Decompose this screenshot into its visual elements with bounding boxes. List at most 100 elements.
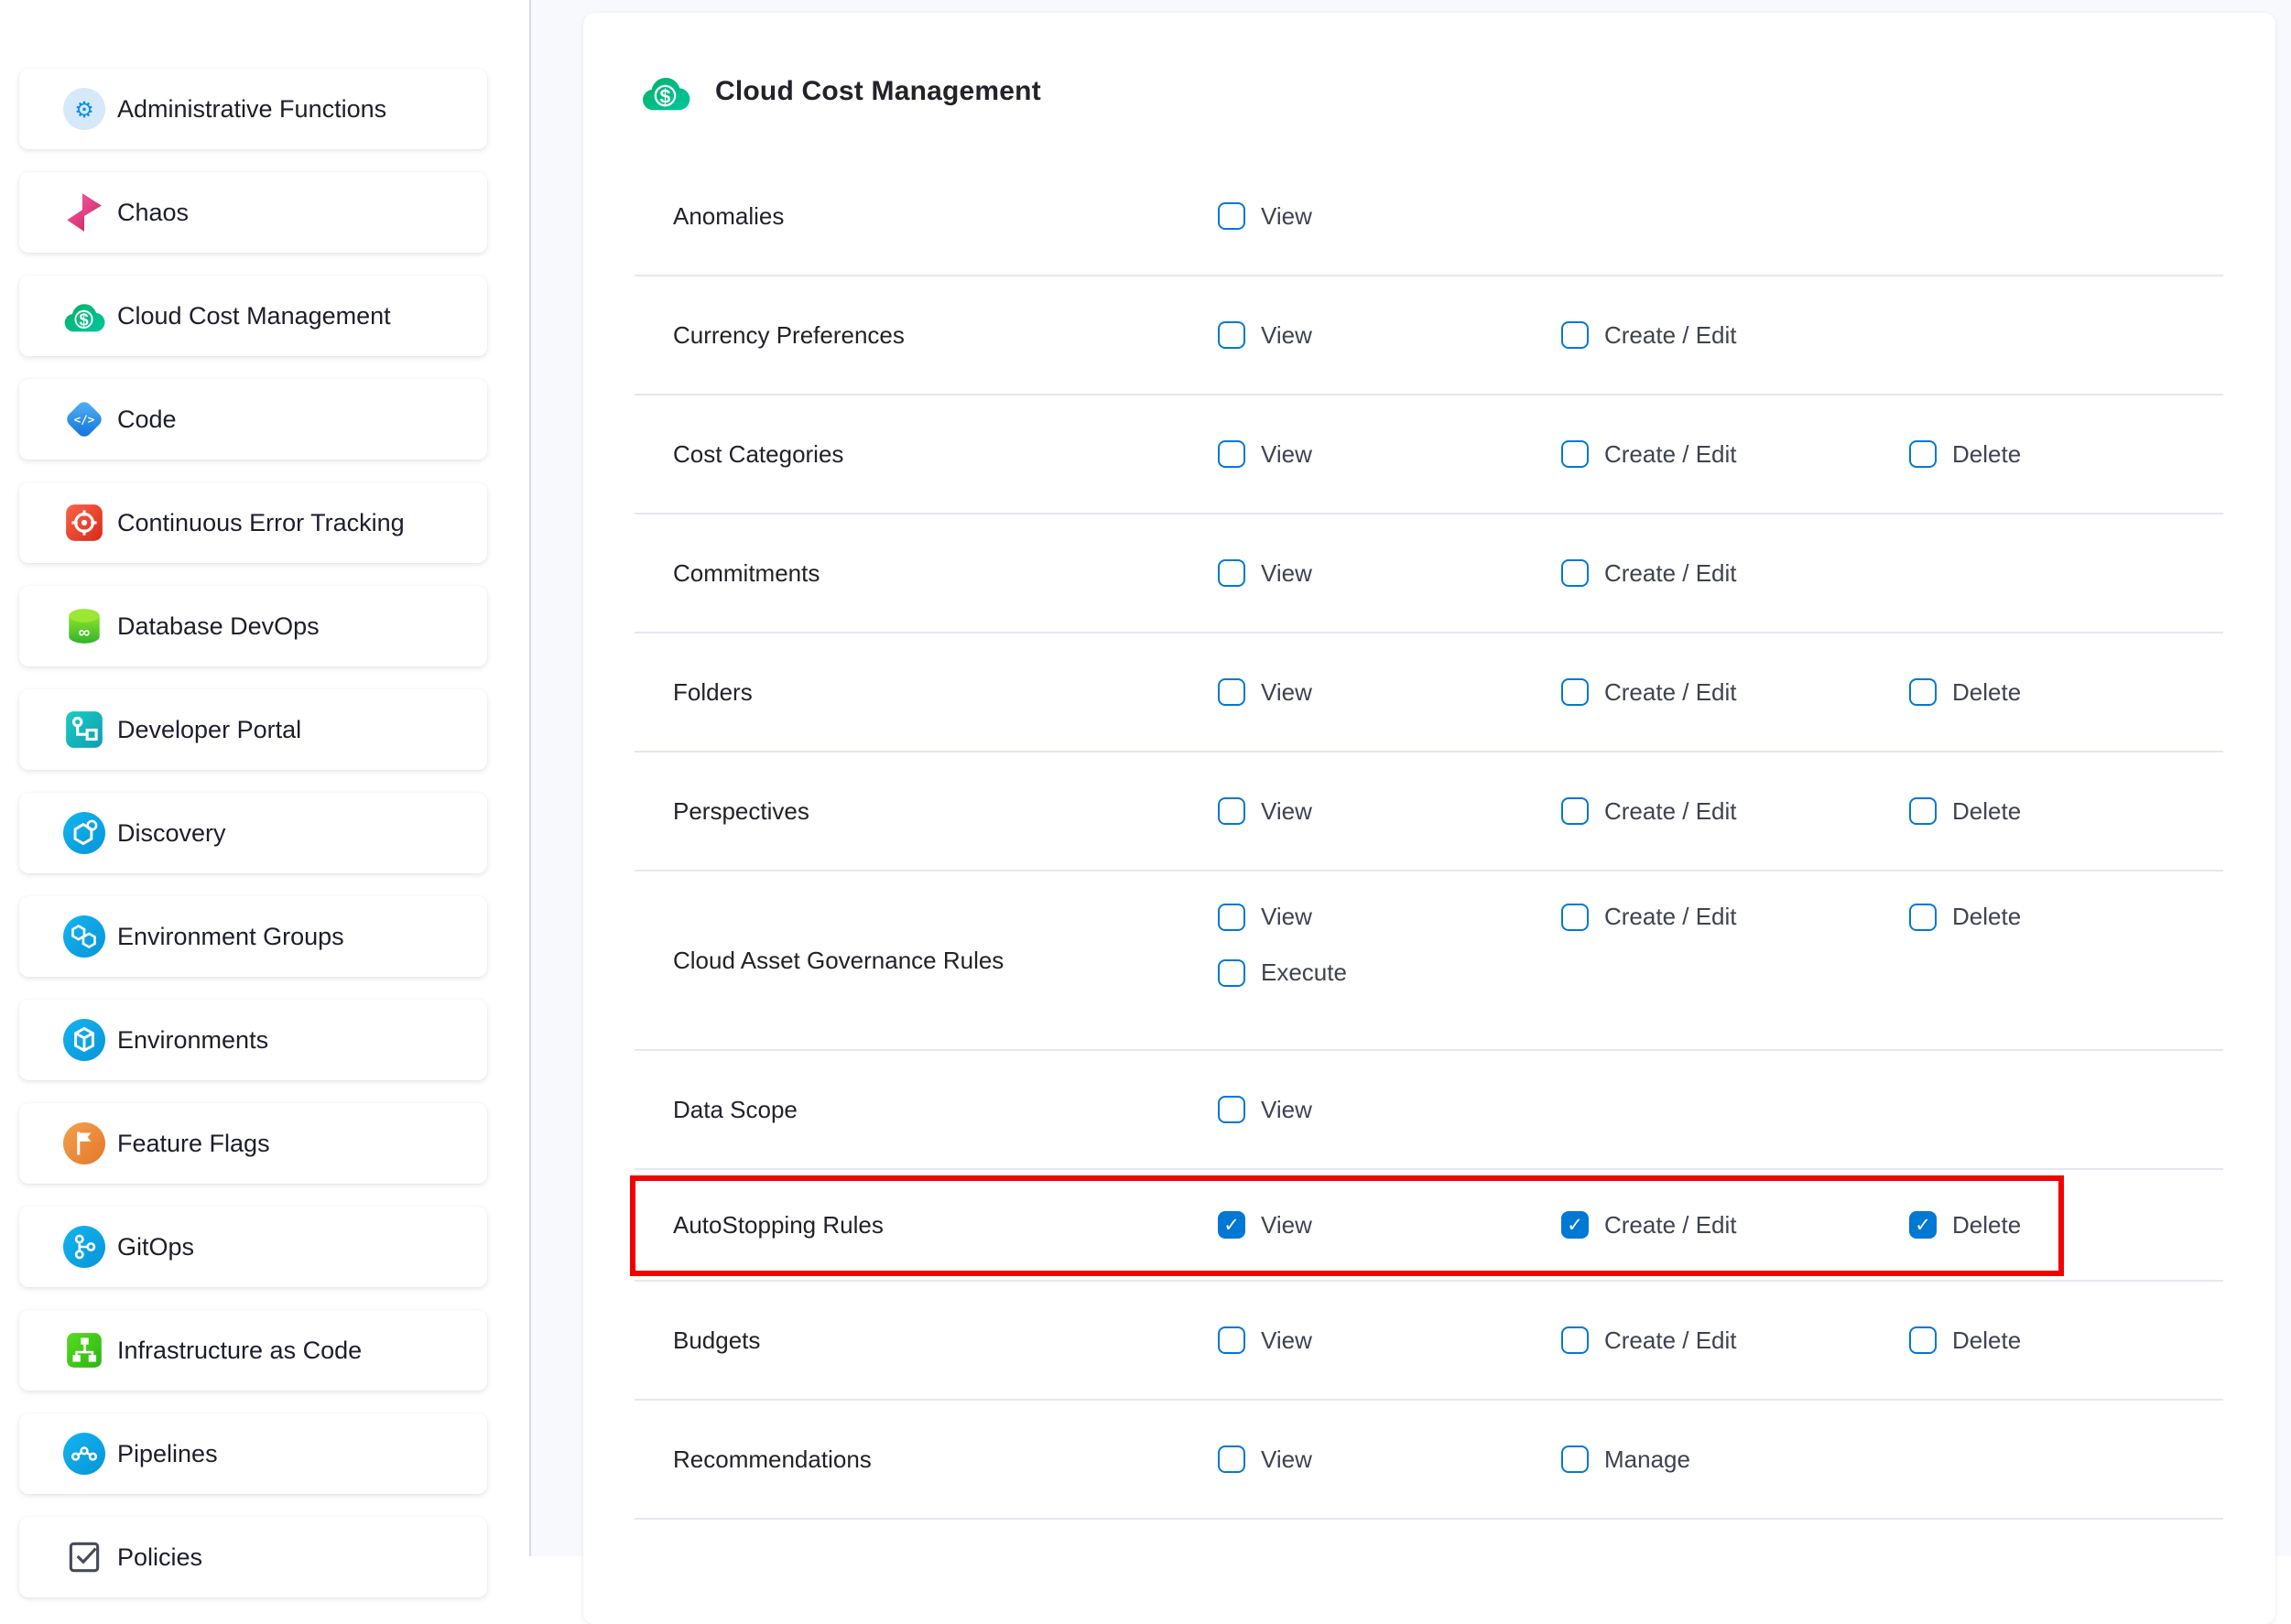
sidebar-item-administrative-functions[interactable]: ⚙Administrative Functions bbox=[19, 69, 487, 149]
policies-icon bbox=[63, 1536, 105, 1578]
sidebar-item-environments[interactable]: Environments bbox=[19, 1000, 487, 1080]
permission-recommendations-manage[interactable]: Manage bbox=[1561, 1445, 1690, 1474]
permission-cell: Delete bbox=[1909, 1211, 2223, 1240]
checkbox-unchecked[interactable] bbox=[1909, 797, 1937, 825]
checkbox-unchecked[interactable] bbox=[1561, 559, 1589, 587]
permission-recommendations-view[interactable]: View bbox=[1218, 1445, 1312, 1474]
permission-budgets-delete[interactable]: Delete bbox=[1909, 1326, 2021, 1355]
resource-label: Cloud Asset Governance Rules bbox=[673, 947, 1218, 975]
permission-cell: Delete bbox=[1909, 1326, 2223, 1355]
permission-cloud-asset-governance-rules-create-edit[interactable]: Create / Edit bbox=[1561, 903, 1737, 931]
permission-commitments-create-edit[interactable]: Create / Edit bbox=[1561, 559, 1737, 588]
permission-cost-categories-view[interactable]: View bbox=[1218, 440, 1312, 469]
checkbox-checked[interactable] bbox=[1909, 1211, 1937, 1239]
permission-currency-preferences-create-edit[interactable]: Create / Edit bbox=[1561, 321, 1737, 350]
permission-perspectives-delete[interactable]: Delete bbox=[1909, 797, 2021, 826]
checkbox-unchecked[interactable] bbox=[1218, 797, 1245, 825]
sidebar-item-discovery[interactable]: Discovery bbox=[19, 793, 487, 873]
resource-label: Perspectives bbox=[673, 797, 1218, 826]
permission-cell: View bbox=[1218, 1326, 1561, 1355]
permission-perspectives-view[interactable]: View bbox=[1218, 797, 1312, 826]
checkbox-unchecked[interactable] bbox=[1218, 1445, 1245, 1473]
checkbox-unchecked[interactable] bbox=[1218, 1326, 1245, 1354]
resource-label: Data Scope bbox=[673, 1096, 1218, 1124]
checkbox-unchecked[interactable] bbox=[1561, 440, 1589, 468]
permission-anomalies-view[interactable]: View bbox=[1218, 202, 1312, 231]
continuous-error-tracking-icon bbox=[63, 502, 105, 544]
sidebar-item-continuous-error-tracking[interactable]: Continuous Error Tracking bbox=[19, 482, 487, 563]
checkbox-unchecked[interactable] bbox=[1218, 202, 1245, 230]
permission-label: View bbox=[1261, 321, 1312, 350]
permission-row-cloud-asset-governance-rules: Cloud Asset Governance RulesView ExecuteC… bbox=[635, 872, 2223, 1051]
checkbox-unchecked[interactable] bbox=[1218, 440, 1245, 468]
permission-cloud-asset-governance-rules-execute[interactable]: Execute bbox=[1218, 958, 1561, 987]
checkbox-unchecked[interactable] bbox=[1218, 904, 1245, 931]
checkbox-unchecked[interactable] bbox=[1909, 1326, 1937, 1354]
checkbox-unchecked[interactable] bbox=[1561, 1326, 1589, 1354]
checkbox-unchecked[interactable] bbox=[1909, 678, 1937, 706]
permission-cell: View bbox=[1218, 321, 1561, 350]
sidebar-item-label: Chaos bbox=[117, 199, 189, 227]
checkbox-checked[interactable] bbox=[1561, 1211, 1589, 1239]
resource-label: Commitments bbox=[673, 559, 1218, 588]
permission-commitments-view[interactable]: View bbox=[1218, 559, 1312, 588]
checkbox-unchecked[interactable] bbox=[1561, 321, 1589, 349]
permission-budgets-create-edit[interactable]: Create / Edit bbox=[1561, 1326, 1737, 1355]
checkbox-unchecked[interactable] bbox=[1561, 904, 1589, 931]
sidebar-item-gitops[interactable]: GitOps bbox=[19, 1207, 487, 1287]
resource-label: Folders bbox=[673, 678, 1218, 707]
permission-label: Create / Edit bbox=[1604, 797, 1737, 826]
sidebar-item-environment-groups[interactable]: Environment Groups bbox=[19, 896, 487, 977]
permission-cost-categories-create-edit[interactable]: Create / Edit bbox=[1561, 440, 1737, 469]
checkbox-unchecked[interactable] bbox=[1218, 678, 1245, 706]
module-sidebar: ⚙Administrative Functions Chaos $Cloud Cos… bbox=[0, 0, 529, 1556]
checkbox-unchecked[interactable] bbox=[1561, 797, 1589, 825]
permission-row-perspectives: PerspectivesView Create / Edit Delete bbox=[635, 752, 2223, 872]
sidebar-item-cloud-cost-management[interactable]: $Cloud Cost Management bbox=[19, 276, 487, 356]
sidebar-item-chaos[interactable]: Chaos bbox=[19, 172, 487, 253]
permission-currency-preferences-view[interactable]: View bbox=[1218, 321, 1312, 350]
checkbox-unchecked[interactable] bbox=[1218, 959, 1245, 987]
permission-cloud-asset-governance-rules-delete[interactable]: Delete bbox=[1909, 903, 2021, 931]
sidebar-item-label: Database DevOps bbox=[117, 612, 320, 641]
sidebar-item-policies[interactable]: Policies bbox=[19, 1517, 487, 1597]
permission-cloud-asset-governance-rules-view[interactable]: View bbox=[1218, 903, 1561, 931]
permission-budgets-view[interactable]: View bbox=[1218, 1326, 1312, 1355]
checkbox-unchecked[interactable] bbox=[1909, 904, 1937, 931]
permission-row-data-scope: Data ScopeView bbox=[635, 1051, 2223, 1170]
permission-label: View bbox=[1261, 1211, 1312, 1240]
infrastructure-as-code-icon bbox=[63, 1329, 105, 1371]
permission-cost-categories-delete[interactable]: Delete bbox=[1909, 440, 2021, 469]
permission-autostopping-rules-delete[interactable]: Delete bbox=[1909, 1211, 2021, 1240]
sidebar-item-feature-flags[interactable]: Feature Flags bbox=[19, 1103, 487, 1184]
sidebar-item-label: Code bbox=[117, 406, 177, 434]
permission-row-recommendations: RecommendationsViewManage bbox=[635, 1401, 2223, 1520]
permission-cell: View bbox=[1218, 202, 1561, 231]
card-header: $ Cloud Cost Management bbox=[583, 13, 2275, 157]
sidebar-item-database-devops[interactable]: ∞Database DevOps bbox=[19, 586, 487, 666]
permission-folders-create-edit[interactable]: Create / Edit bbox=[1561, 678, 1737, 707]
permission-cell: Create / Edit bbox=[1561, 678, 1909, 707]
permission-data-scope-view[interactable]: View bbox=[1218, 1096, 1312, 1124]
permission-folders-delete[interactable]: Delete bbox=[1909, 678, 2021, 707]
permission-perspectives-create-edit[interactable]: Create / Edit bbox=[1561, 797, 1737, 826]
checkbox-unchecked[interactable] bbox=[1561, 678, 1589, 706]
sidebar-item-label: Developer Portal bbox=[117, 716, 301, 744]
sidebar-item-pipelines[interactable]: Pipelines bbox=[19, 1413, 487, 1494]
sidebar-item-code[interactable]: </>Code bbox=[19, 379, 487, 460]
resource-label: Currency Preferences bbox=[673, 321, 1218, 350]
sidebar-item-developer-portal[interactable]: Developer Portal bbox=[19, 689, 487, 770]
checkbox-unchecked[interactable] bbox=[1909, 440, 1937, 468]
sidebar-item-label: Environments bbox=[117, 1026, 268, 1055]
resource-label: AutoStopping Rules bbox=[673, 1211, 1218, 1240]
permission-autostopping-rules-view[interactable]: View bbox=[1218, 1211, 1312, 1240]
checkbox-unchecked[interactable] bbox=[1561, 1445, 1589, 1473]
permission-folders-view[interactable]: View bbox=[1218, 678, 1312, 707]
checkbox-unchecked[interactable] bbox=[1218, 1096, 1245, 1123]
sidebar-item-infrastructure-as-code[interactable]: Infrastructure as Code bbox=[19, 1310, 487, 1391]
checkbox-checked[interactable] bbox=[1218, 1211, 1245, 1239]
permission-label: View bbox=[1261, 440, 1312, 469]
checkbox-unchecked[interactable] bbox=[1218, 321, 1245, 349]
permission-autostopping-rules-create-edit[interactable]: Create / Edit bbox=[1561, 1211, 1737, 1240]
checkbox-unchecked[interactable] bbox=[1218, 559, 1245, 587]
